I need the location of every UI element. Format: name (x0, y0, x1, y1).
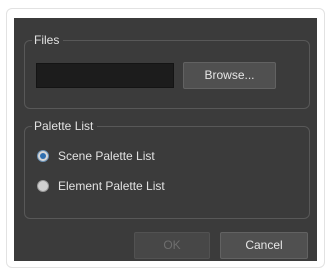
element-palette-list-label: Element Palette List (58, 179, 165, 193)
files-group: Files Browse... (24, 32, 310, 109)
element-palette-list-option[interactable]: Element Palette List (37, 179, 165, 193)
ok-button[interactable]: OK (134, 232, 210, 259)
scene-palette-list-option[interactable]: Scene Palette List (37, 149, 155, 163)
palette-list-group-title: Palette List (32, 118, 98, 134)
browse-button[interactable]: Browse... (183, 62, 276, 89)
element-palette-list-radio[interactable] (37, 180, 49, 192)
palette-list-group: Palette List Scene Palette List Element … (24, 118, 310, 219)
cancel-button[interactable]: Cancel (220, 232, 308, 259)
import-palette-dialog: Files Browse... Palette List Scene Palet… (14, 18, 317, 261)
file-path-field[interactable] (36, 63, 174, 88)
files-group-title: Files (32, 32, 64, 48)
scene-palette-list-radio[interactable] (37, 150, 49, 162)
scene-palette-list-label: Scene Palette List (58, 149, 155, 163)
